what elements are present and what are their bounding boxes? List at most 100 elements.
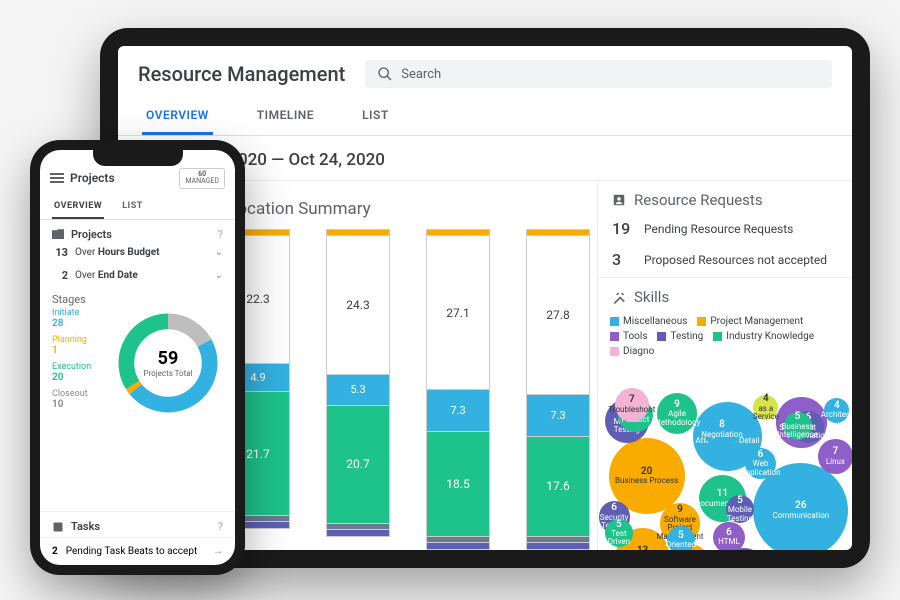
bubble-label: as a Service bbox=[753, 405, 779, 422]
legend-swatch bbox=[610, 317, 619, 326]
tab-timeline[interactable]: TIMELINE bbox=[253, 98, 318, 135]
skills-title: Skills bbox=[634, 288, 669, 306]
bubble-value: 7 bbox=[833, 447, 839, 458]
tasks-icon bbox=[52, 521, 64, 533]
bubble-label: Business Intelligence bbox=[777, 423, 818, 440]
side-panel: Resource Requests 19 Pending Resource Re… bbox=[597, 181, 852, 550]
tablet-tabs: OVERVIEW TIMELINE LIST bbox=[118, 94, 852, 136]
phone-screen: Projects 60 MANAGED OVERVIEW LIST Projec… bbox=[40, 150, 235, 565]
bar-column[interactable]: 27.17.318.5 bbox=[426, 229, 490, 550]
legend-item[interactable]: Diagno bbox=[610, 346, 654, 357]
help-icon[interactable]: ? bbox=[218, 228, 223, 241]
search-input[interactable]: Search bbox=[365, 60, 832, 88]
arrow-right-icon: → bbox=[213, 546, 223, 557]
bubble-label: Business Process bbox=[615, 477, 678, 485]
donut-total: 59 bbox=[158, 348, 179, 369]
stage-item[interactable]: Planning1 bbox=[52, 335, 91, 356]
stage-item[interactable]: Execution20 bbox=[52, 362, 91, 383]
legend-item[interactable]: Tools bbox=[610, 331, 647, 342]
skill-bubble[interactable]: 6HTML bbox=[713, 522, 744, 550]
contact-icon bbox=[612, 193, 626, 207]
proposed-count: 3 bbox=[612, 250, 634, 269]
bar-segment-blue: 5.3 bbox=[326, 374, 390, 404]
bar-column[interactable]: 27.87.317.6 bbox=[526, 229, 590, 550]
skill-bubble[interactable]: 5Business Intelligence bbox=[784, 412, 812, 440]
phone-tab-overview[interactable]: OVERVIEW bbox=[52, 195, 104, 219]
bubble-label: Communication bbox=[773, 512, 830, 520]
bubble-label: Negotiation bbox=[701, 431, 742, 439]
bar-segment-purple bbox=[426, 542, 490, 550]
legend-label: Industry Knowledge bbox=[726, 331, 814, 342]
skill-bubble[interactable]: 7Linux bbox=[818, 439, 852, 473]
skill-bubble[interactable]: 5Mobile Testing bbox=[726, 495, 754, 523]
bar-segment-blue: 7.3 bbox=[526, 394, 590, 436]
resource-requests-panel: Resource Requests 19 Pending Resource Re… bbox=[598, 181, 852, 278]
allocation-title: Allocation Summary bbox=[218, 191, 597, 225]
help-icon[interactable]: ? bbox=[218, 520, 223, 533]
skill-bubble[interactable]: 5Test Driven bbox=[605, 519, 633, 547]
legend-item[interactable]: Testing bbox=[657, 331, 703, 342]
bubble-label: Mobile Testing bbox=[727, 506, 753, 523]
over-enddate-label: Over End Date bbox=[75, 270, 138, 281]
skills-bubble-chart: 26Communication20Business Process18Atten… bbox=[598, 363, 852, 550]
bar-segment-purple bbox=[526, 542, 590, 550]
tasks-section: Tasks ? bbox=[40, 511, 235, 537]
bubble-label: Troubleshoot bbox=[608, 406, 655, 414]
over-enddate-count: 2 bbox=[52, 269, 68, 282]
tools-icon bbox=[612, 290, 626, 304]
legend-label: Tools bbox=[623, 331, 647, 342]
bar-column[interactable]: 24.35.320.7 bbox=[326, 229, 390, 550]
legend-swatch bbox=[697, 317, 706, 326]
allocation-bar-chart: 22.34.921.724.35.320.727.17.318.527.87.3… bbox=[218, 229, 597, 550]
tab-overview[interactable]: OVERVIEW bbox=[142, 98, 213, 135]
phone-tabs: OVERVIEW LIST bbox=[40, 195, 235, 220]
managed-label: MANAGED bbox=[185, 178, 219, 185]
tasks-title: Tasks bbox=[71, 520, 100, 533]
bubble-label: Architect bbox=[821, 411, 852, 419]
over-enddate-row[interactable]: 2 Over End Date ⌄ bbox=[52, 264, 223, 287]
bubble-label: Test Driven bbox=[607, 530, 631, 547]
tab-list[interactable]: LIST bbox=[358, 98, 393, 135]
donut-label: Projects Total bbox=[143, 369, 192, 378]
pending-requests-label: Pending Resource Requests bbox=[644, 222, 793, 236]
legend-item[interactable]: Miscellaneous bbox=[610, 316, 687, 327]
managed-filter-pill[interactable]: 60 MANAGED bbox=[179, 168, 225, 189]
menu-icon[interactable] bbox=[50, 173, 64, 183]
tablet-header: Resource Management Search bbox=[118, 46, 852, 94]
legend-swatch bbox=[610, 347, 619, 356]
legend-item[interactable]: Industry Knowledge bbox=[713, 331, 814, 342]
legend-label: Miscellaneous bbox=[623, 316, 687, 327]
stage-item[interactable]: Closeout10 bbox=[52, 389, 91, 410]
resource-requests-title: Resource Requests bbox=[634, 191, 763, 209]
phone-tab-list[interactable]: LIST bbox=[120, 195, 145, 219]
page-title: Resource Management bbox=[138, 62, 345, 86]
bar-segment-green: 17.6 bbox=[526, 436, 590, 537]
skill-bubble[interactable]: 7Troubleshoot bbox=[615, 388, 649, 422]
projects-section-title: Projects bbox=[71, 228, 112, 241]
legend-label: Testing bbox=[670, 331, 703, 342]
skill-bubble[interactable]: 9Agile Methodology bbox=[657, 393, 698, 434]
stage-count: 10 bbox=[52, 399, 91, 410]
bar-segment-blue: 7.3 bbox=[426, 389, 490, 431]
legend-item[interactable]: Project Management bbox=[697, 316, 803, 327]
bubble-value: 5 bbox=[795, 412, 801, 423]
skill-bubble[interactable]: 4Architect bbox=[824, 398, 849, 423]
skill-bubble[interactable]: 8Negotiation bbox=[703, 411, 741, 449]
stage-item[interactable]: Initiate28 bbox=[52, 308, 91, 329]
proposed-not-accepted-row[interactable]: 3 Proposed Resources not accepted bbox=[598, 246, 852, 277]
stage-name: Planning bbox=[52, 335, 91, 345]
skill-bubble[interactable]: 6Web Application bbox=[745, 448, 776, 479]
bubble-label: Linux bbox=[826, 458, 845, 466]
over-hours-row[interactable]: 13 Over Hours Budget ⌄ bbox=[52, 241, 223, 264]
bubble-value: 13 bbox=[637, 546, 648, 550]
chevron-down-icon: ⌄ bbox=[215, 270, 223, 281]
stages-donut-chart: 59 Projects Total bbox=[113, 308, 223, 418]
skill-bubble[interactable]: 4as a Service bbox=[753, 395, 778, 420]
pending-tasks-row[interactable]: 2 Pending Task Beats to accept → bbox=[40, 537, 235, 565]
projects-section: Projects ? 13 Over Hours Budget ⌄ 2 Over… bbox=[40, 220, 235, 291]
bar-segment-unallocated: 24.3 bbox=[326, 235, 390, 374]
skill-bubble[interactable]: 5Oriented bbox=[667, 526, 695, 550]
bar-segment-green: 20.7 bbox=[326, 405, 390, 524]
pending-requests-row[interactable]: 19 Pending Resource Requests bbox=[598, 215, 852, 246]
bubble-label: Oriented bbox=[666, 541, 696, 549]
